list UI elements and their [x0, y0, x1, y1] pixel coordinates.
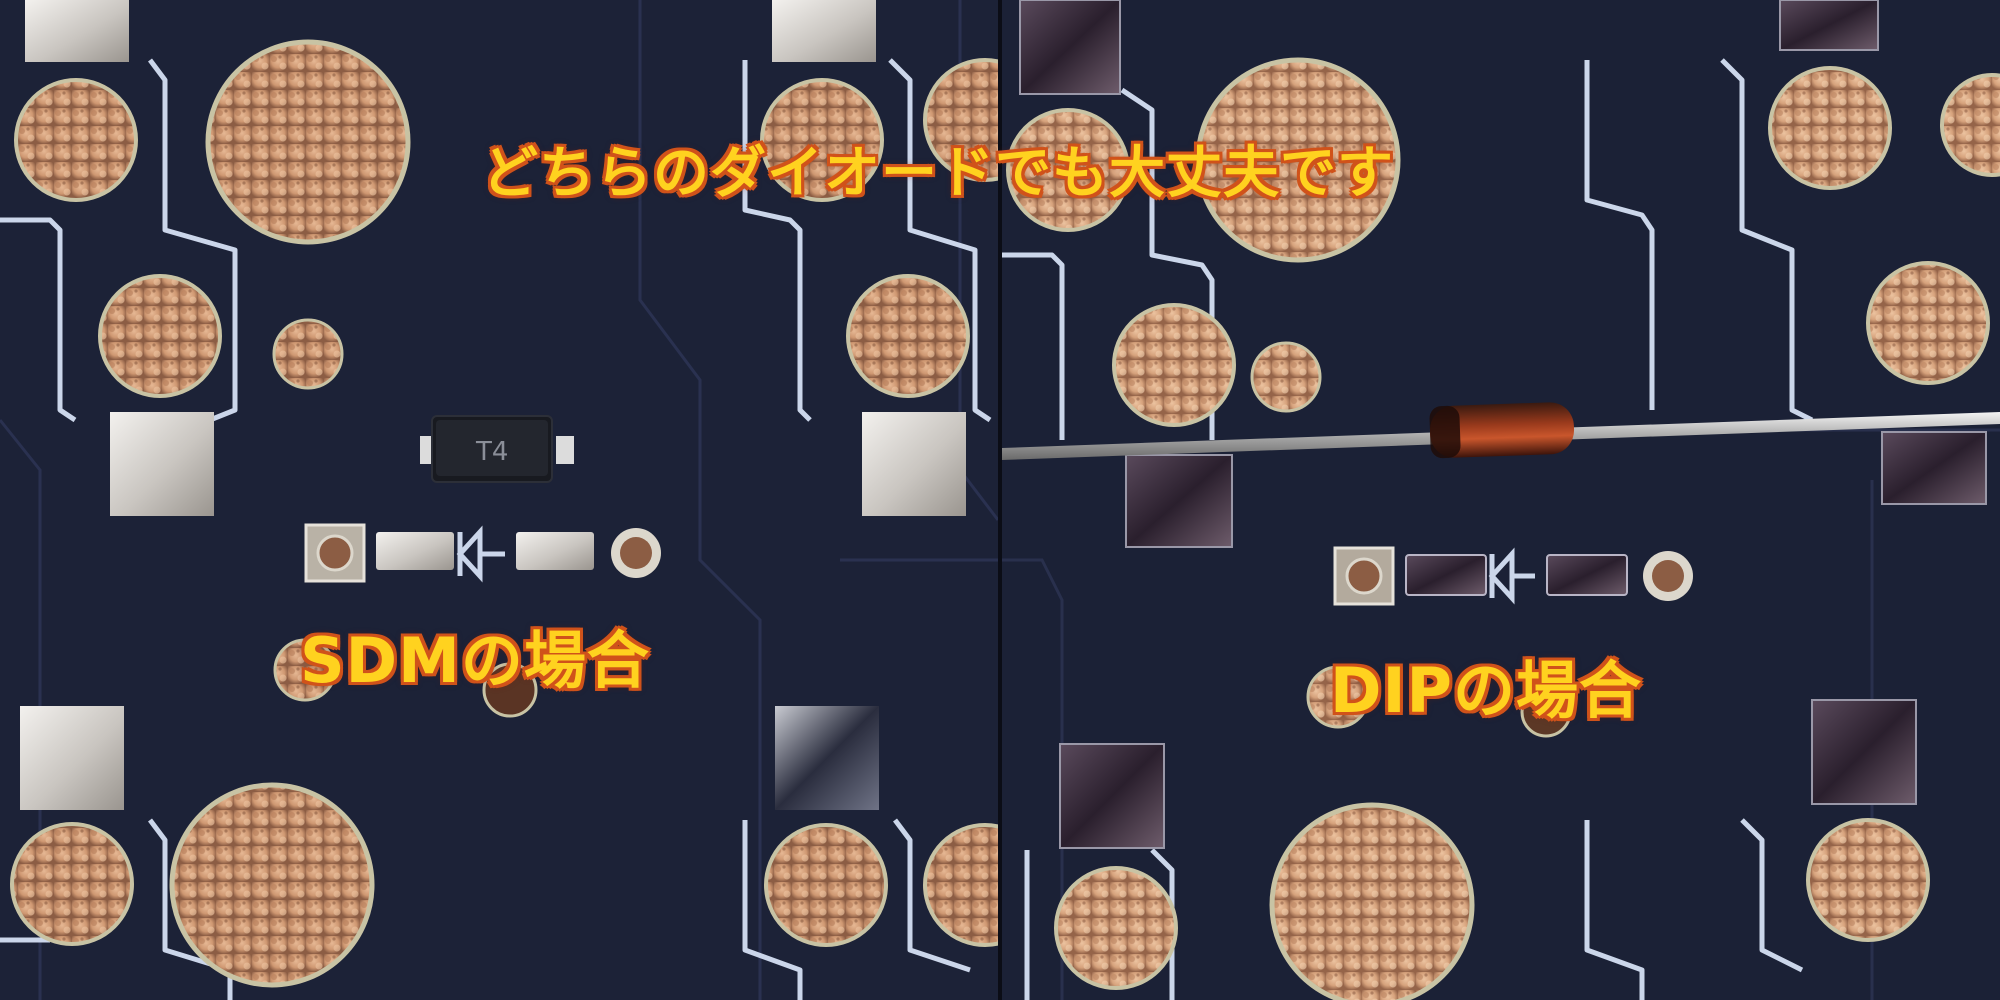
caption-dip: DIPの場合 — [1330, 654, 1642, 727]
caption-smd: SDMの場合 — [300, 624, 650, 697]
caption-title: どちらのダイオードでも大丈夫です — [482, 141, 1394, 206]
smd-diode-marking: T4 — [475, 437, 508, 467]
photo-collage: T4 どちらのダイオードでも大丈夫です SDMの場合 DIPの場合 — [0, 0, 2000, 1000]
